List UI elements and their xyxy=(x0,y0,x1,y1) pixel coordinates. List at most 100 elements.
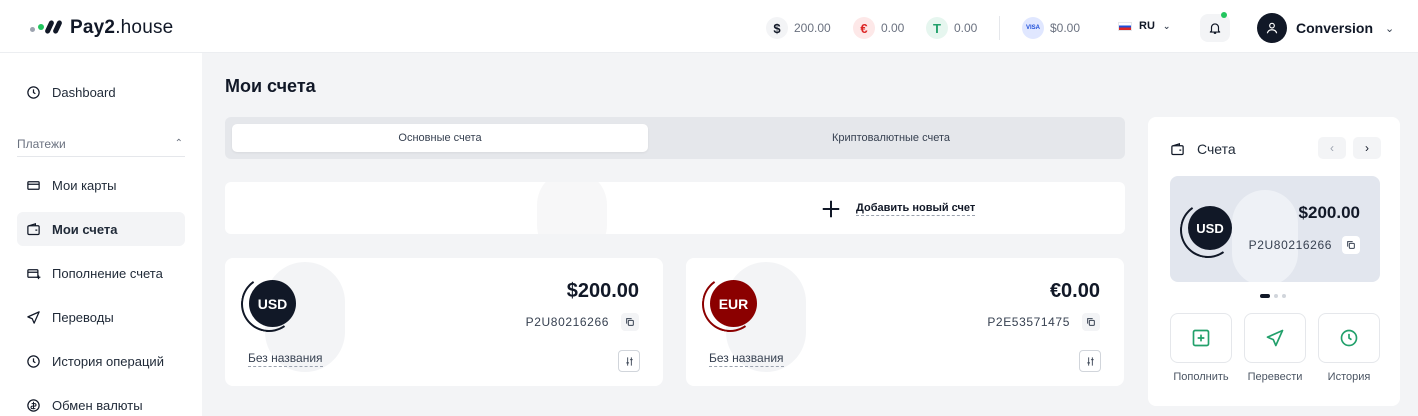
panel-title: Счета xyxy=(1170,141,1236,157)
dollar-icon: $ xyxy=(766,17,788,39)
balance-eur-amount: 0.00 xyxy=(881,21,905,35)
add-account-button[interactable]: Добавить новый счет xyxy=(225,182,1125,234)
account-type-tabs: Основные счета Криптовалютные счета xyxy=(225,117,1125,159)
copy-icon[interactable] xyxy=(621,313,639,331)
sliders-icon xyxy=(625,356,633,366)
euro-icon: € xyxy=(853,17,875,39)
chevron-right-icon: › xyxy=(1365,141,1369,155)
currency-code: EUR xyxy=(710,280,757,327)
transfer-label: Перевести xyxy=(1247,371,1303,383)
copy-icon[interactable] xyxy=(1342,236,1360,254)
balance-usdt[interactable]: T 0.00 xyxy=(926,17,977,39)
sidebar-item-history[interactable]: История операций xyxy=(17,344,185,378)
chevron-left-icon: ‹ xyxy=(1330,141,1334,155)
history-icon xyxy=(25,353,41,369)
carousel-dot[interactable] xyxy=(1274,294,1278,298)
account-balance: $200.00 xyxy=(1298,203,1360,222)
balance-usd[interactable]: $ 200.00 xyxy=(766,17,831,39)
chevron-down-icon: ⌄ xyxy=(1385,22,1395,35)
sidebar-item-label: Обмен валюты xyxy=(52,397,143,413)
brand-name: Pay2.house xyxy=(70,17,174,38)
notification-dot xyxy=(1221,12,1227,18)
account-card-usd[interactable]: USD $200.00 P2U80216266 Без названия xyxy=(225,258,663,386)
russia-flag-icon xyxy=(1118,21,1132,31)
currency-badge: EUR xyxy=(697,271,763,337)
carousel-indicator xyxy=(1260,294,1286,298)
history-label: История xyxy=(1327,371,1371,383)
send-icon xyxy=(25,309,41,325)
notifications-button[interactable] xyxy=(1200,12,1230,42)
carousel-dot[interactable] xyxy=(1260,294,1270,298)
sidebar-item-label: Мои счета xyxy=(52,221,118,237)
user-name: Conversion xyxy=(1296,20,1374,36)
wallet-icon xyxy=(1171,142,1184,155)
page-title: Мои счета xyxy=(225,76,316,96)
sidebar-item-exchange[interactable]: Обмен валюты xyxy=(17,388,185,416)
sidebar-item-label: Мои карты xyxy=(52,177,117,193)
account-number: P2U80216266 xyxy=(525,315,609,329)
sidebar-group-label: Платежи xyxy=(17,136,66,151)
top-up-button[interactable] xyxy=(1170,313,1232,363)
tab-main-accounts[interactable]: Основные счета xyxy=(232,124,648,152)
sidebar-item-my-accounts[interactable]: Мои счета xyxy=(17,212,185,246)
sidebar-item-label: Пополнение счета xyxy=(52,265,163,281)
plus-square-icon xyxy=(1192,329,1210,347)
account-card-eur[interactable]: EUR €0.00 P2E53571475 Без названия xyxy=(686,258,1124,386)
sidebar-item-label: История операций xyxy=(52,353,164,369)
decorative-shape xyxy=(1232,190,1298,282)
chevron-down-icon: ⌄ xyxy=(1162,20,1171,31)
sidebar-item-my-cards[interactable]: Мои карты xyxy=(17,168,185,202)
carousel-prev-button[interactable]: ‹ xyxy=(1318,137,1346,159)
tether-icon: T xyxy=(926,17,948,39)
bell-icon xyxy=(1209,23,1221,34)
logo-mark-icon xyxy=(30,18,64,38)
header-divider xyxy=(999,16,1000,40)
currency-badge: USD xyxy=(1175,197,1241,263)
tab-crypto-accounts[interactable]: Криптовалютные счета xyxy=(683,124,1099,152)
currency-code: USD xyxy=(1188,206,1232,250)
avatar xyxy=(1257,13,1287,43)
sidebar-group-payments[interactable]: Платежи ⌃ xyxy=(17,131,185,157)
language-selector[interactable]: RU ⌄ xyxy=(1118,20,1170,32)
send-icon xyxy=(1266,329,1284,347)
sidebar-item-label: Dashboard xyxy=(52,84,116,100)
panel-title-text: Счета xyxy=(1197,141,1236,157)
top-up-label: Пополнить xyxy=(1173,371,1229,383)
account-settings-button[interactable] xyxy=(1079,350,1101,372)
account-name[interactable]: Без названия xyxy=(248,351,323,367)
currency-badge: USD xyxy=(236,271,302,337)
account-carousel-card[interactable]: USD $200.00 P2U80216266 xyxy=(1170,176,1380,282)
carousel-next-button[interactable]: › xyxy=(1353,137,1381,159)
language-code: RU xyxy=(1139,20,1155,32)
user-menu[interactable]: Conversion ⌄ xyxy=(1257,13,1394,43)
balance-visa-amount: $0.00 xyxy=(1050,21,1081,35)
top-header: Pay2.house $ 200.00 € 0.00 T 0.00 VISA $… xyxy=(0,0,1418,53)
carousel-dot[interactable] xyxy=(1282,294,1286,298)
account-balance: €0.00 xyxy=(1049,280,1100,302)
account-settings-button[interactable] xyxy=(618,350,640,372)
sidebar-item-transfers[interactable]: Переводы xyxy=(17,300,185,334)
account-name[interactable]: Без названия xyxy=(709,351,784,367)
copy-icon[interactable] xyxy=(1082,313,1100,331)
sidebar-item-dashboard[interactable]: Dashboard xyxy=(17,75,185,109)
add-account-content: Добавить новый счет xyxy=(820,198,976,220)
brand-logo[interactable]: Pay2.house xyxy=(30,17,173,39)
sliders-icon xyxy=(1086,356,1094,366)
account-number: P2E53571475 xyxy=(987,315,1070,329)
clock-icon xyxy=(25,84,41,100)
account-number: P2U80216266 xyxy=(1248,238,1332,252)
chevron-up-icon: ⌃ xyxy=(174,138,183,149)
account-balance: $200.00 xyxy=(566,280,639,302)
exchange-icon xyxy=(25,397,41,413)
sidebar-item-top-up[interactable]: Пополнение счета xyxy=(17,256,185,290)
currency-code: USD xyxy=(249,280,296,327)
balance-visa[interactable]: VISA $0.00 xyxy=(1022,17,1080,39)
plus-icon xyxy=(822,200,840,218)
sidebar: Dashboard Платежи ⌃ Мои карты Мои счета … xyxy=(0,53,202,416)
balance-eur[interactable]: € 0.00 xyxy=(853,17,904,39)
decorative-shape xyxy=(537,182,607,234)
history-button[interactable] xyxy=(1318,313,1380,363)
transfer-button[interactable] xyxy=(1244,313,1306,363)
wallet-icon xyxy=(25,221,41,237)
accounts-panel: Счета ‹ › USD $200.00 P2U80216266 Пополн… xyxy=(1148,117,1400,406)
